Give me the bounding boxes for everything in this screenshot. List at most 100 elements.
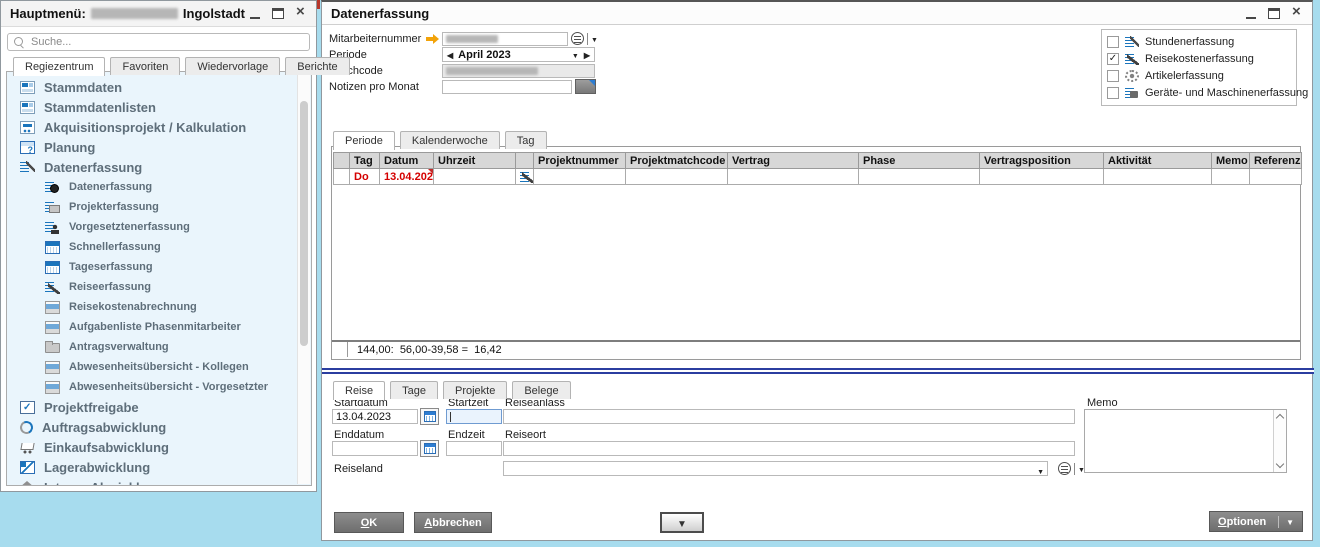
grid-column-header[interactable]: Aktivität <box>1104 153 1212 169</box>
grid-column-header[interactable]: Datum <box>380 153 434 169</box>
projektnummer-cell[interactable] <box>534 169 626 185</box>
tree-item[interactable]: Datenerfassung <box>7 177 311 197</box>
tree-item[interactable]: Stammdatenlisten <box>7 97 311 117</box>
minimize-icon[interactable] <box>250 17 260 19</box>
checkbox[interactable] <box>1107 70 1119 82</box>
cancel-button[interactable]: Abbrechen <box>414 512 492 533</box>
grid-column-header[interactable]: Vertrag <box>728 153 859 169</box>
tree-item[interactable]: Abwesenheitsübersicht - Kollegen <box>7 357 311 377</box>
vertrag-cell[interactable] <box>728 169 859 185</box>
dropdown-icon[interactable] <box>572 49 579 61</box>
grid-column-header[interactable]: Projektnummer <box>534 153 626 169</box>
tree-scrollbar[interactable] <box>297 73 310 484</box>
dropdown-icon[interactable] <box>1278 516 1294 528</box>
view-tab[interactable]: Tag <box>505 131 547 149</box>
detail-tab[interactable]: Belege <box>512 381 570 399</box>
detail-tab[interactable]: Projekte <box>443 381 507 399</box>
grid-column-header[interactable] <box>334 153 350 169</box>
row-selector-cell[interactable] <box>334 169 350 185</box>
grid-column-header[interactable]: Phase <box>859 153 980 169</box>
checkbox[interactable]: ✓ <box>1107 53 1119 65</box>
grid-column-header[interactable]: Vertragsposition <box>980 153 1104 169</box>
grid-column-header[interactable] <box>516 153 534 169</box>
tree-item[interactable]: Interne Abwicklung <box>7 477 311 486</box>
tree-item[interactable]: Abwesenheitsübersicht - Vorgesetzter <box>7 377 311 397</box>
scroll-down-icon[interactable] <box>1276 460 1284 468</box>
reiseanlass-input[interactable] <box>503 409 1075 424</box>
memo-scrollbar[interactable] <box>1273 410 1286 472</box>
tree-item[interactable]: Datenerfassung <box>7 157 311 177</box>
detail-tab[interactable]: Reise <box>333 381 385 400</box>
detail-tab[interactable]: Tage <box>390 381 438 399</box>
maximize-icon[interactable] <box>272 8 284 19</box>
memo-input[interactable] <box>1085 410 1272 472</box>
grid-row[interactable]: Do 13.04.202 <box>334 169 1302 185</box>
view-tab[interactable]: Kalenderwoche <box>400 131 500 149</box>
memo-cell[interactable] <box>1212 169 1250 185</box>
projektmatchcode-cell[interactable] <box>626 169 728 185</box>
endzeit-input[interactable] <box>446 441 502 456</box>
grid-column-header[interactable]: Memo <box>1212 153 1250 169</box>
row-type-cell[interactable] <box>516 169 534 185</box>
periode-spinner[interactable]: April 2023 <box>442 47 595 62</box>
options-button[interactable]: Optionen <box>1209 511 1303 532</box>
phase-cell[interactable] <box>859 169 980 185</box>
tree-scrollbar-thumb[interactable] <box>300 101 308 346</box>
tree-item[interactable]: Tageserfassung <box>7 257 311 277</box>
next-period-icon[interactable] <box>584 49 590 61</box>
tree-item[interactable]: Auftragsabwicklung <box>7 417 311 437</box>
aktivitaet-cell[interactable] <box>1104 169 1212 185</box>
link-arrow-icon[interactable] <box>425 34 440 44</box>
checkbox[interactable] <box>1107 36 1119 48</box>
menu-tab[interactable]: Wiedervorlage <box>185 57 280 75</box>
enddatum-calendar-icon[interactable] <box>420 440 439 457</box>
reiseort-input[interactable] <box>503 441 1075 456</box>
grid-column-header[interactable]: Uhrzeit <box>434 153 516 169</box>
tree-item[interactable]: Vorgesetztenerfassung <box>7 217 311 237</box>
grid-column-header[interactable]: Tag <box>350 153 380 169</box>
ok-button[interactable]: OK <box>334 512 404 533</box>
tree-item[interactable]: Reiseerfassung <box>7 277 311 297</box>
dropdown-icon[interactable] <box>1037 465 1044 477</box>
close-icon[interactable]: × <box>296 8 307 19</box>
startdatum-input[interactable] <box>332 409 418 424</box>
choose-from-list-icon[interactable] <box>1058 462 1071 475</box>
tree-item[interactable]: Stammdaten <box>7 77 311 97</box>
startdatum-calendar-icon[interactable] <box>420 408 439 425</box>
view-tab[interactable]: Periode <box>333 131 395 150</box>
vertragsposition-cell[interactable] <box>980 169 1104 185</box>
referenz-cell[interactable] <box>1250 169 1302 185</box>
tree-item[interactable]: Reisekostenabrechnung <box>7 297 311 317</box>
collapse-panel-button[interactable] <box>660 512 704 533</box>
tree-item[interactable]: Lagerabwicklung <box>7 457 311 477</box>
tree-item[interactable]: Planung <box>7 137 311 157</box>
search-input[interactable] <box>31 36 303 48</box>
maximize-icon[interactable] <box>1268 8 1280 19</box>
tag-cell[interactable]: Do <box>350 169 380 185</box>
menu-tab[interactable]: Berichte <box>285 57 349 75</box>
menu-tab[interactable]: Favoriten <box>110 57 180 75</box>
tree-item[interactable]: Projekterfassung <box>7 197 311 217</box>
reiseland-select[interactable] <box>503 461 1048 476</box>
previous-period-icon[interactable] <box>447 49 453 61</box>
menu-tab[interactable]: Regiezentrum <box>13 57 105 76</box>
startzeit-input[interactable] <box>446 409 502 424</box>
scroll-up-icon[interactable] <box>1276 414 1284 422</box>
search-box[interactable] <box>7 33 310 51</box>
minimize-icon[interactable] <box>1246 17 1256 19</box>
tree-item[interactable]: Antragsverwaltung <box>7 337 311 357</box>
choose-from-list-icon[interactable] <box>571 32 584 45</box>
tree-item[interactable]: Aufgabenliste Phasenmitarbeiter <box>7 317 311 337</box>
grid-column-header[interactable]: Referenz <box>1250 153 1302 169</box>
checkbox[interactable] <box>1107 87 1119 99</box>
uhrzeit-cell[interactable] <box>434 169 516 185</box>
notizen-field[interactable] <box>442 80 572 94</box>
expand-notes-button[interactable] <box>575 79 596 94</box>
tree-item[interactable]: Projektfreigabe <box>7 397 311 417</box>
grid-column-header[interactable]: Projektmatchcode <box>626 153 728 169</box>
datum-cell[interactable]: 13.04.202 <box>380 169 434 185</box>
tree-item[interactable]: Einkaufsabwicklung <box>7 437 311 457</box>
close-icon[interactable]: × <box>1292 8 1303 19</box>
tree-item[interactable]: Schnellerfassung <box>7 237 311 257</box>
dropdown-icon[interactable] <box>587 33 598 45</box>
